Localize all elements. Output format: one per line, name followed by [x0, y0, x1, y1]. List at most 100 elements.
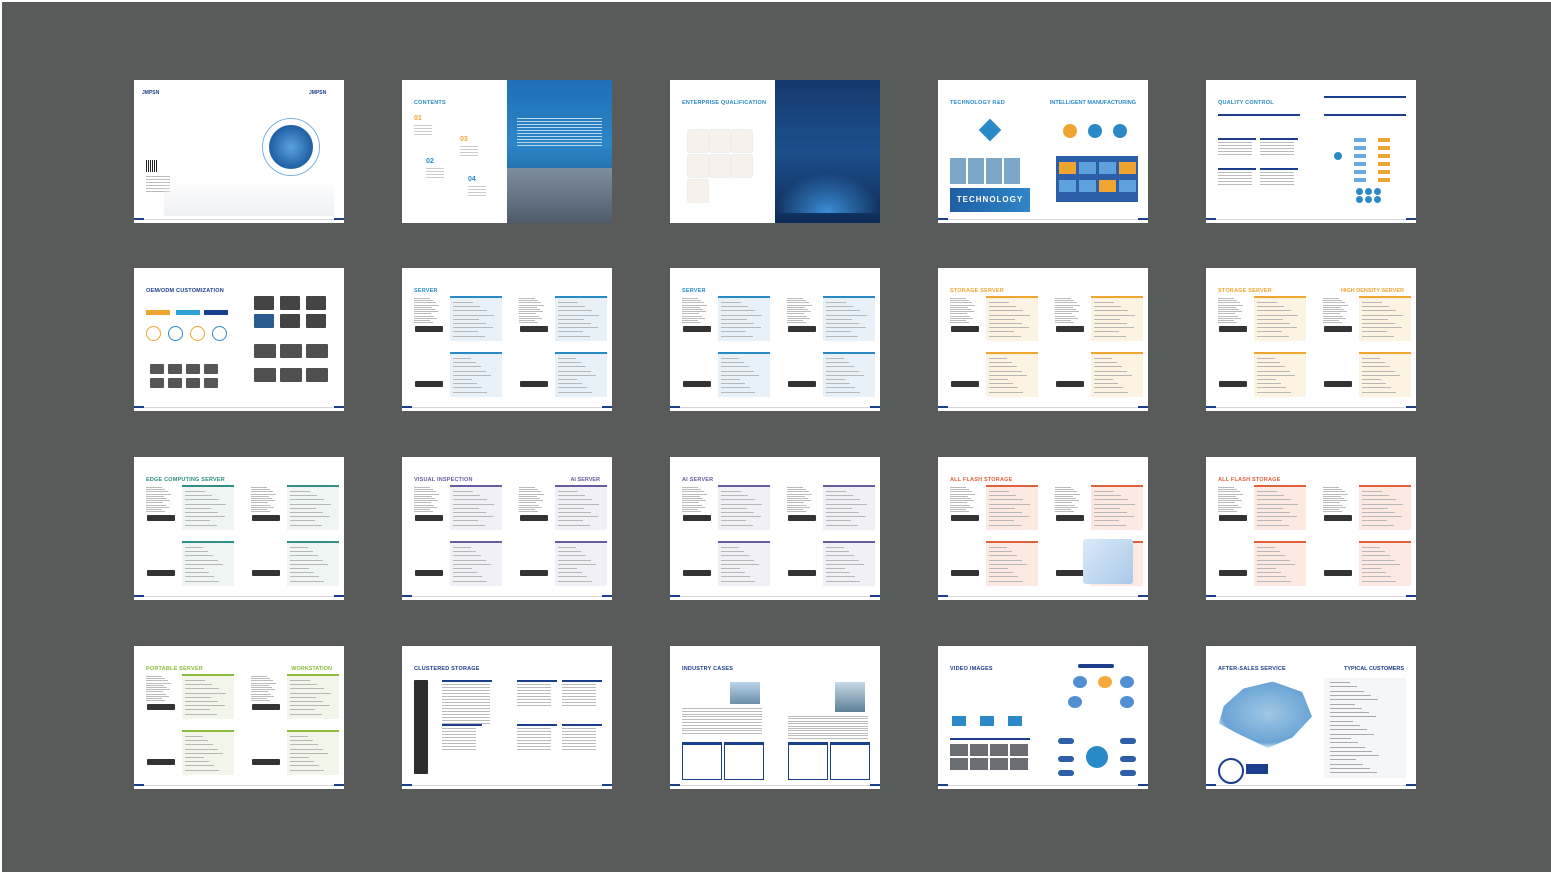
process-box	[1079, 180, 1096, 192]
description-line	[1055, 300, 1074, 301]
description-line	[1323, 509, 1339, 510]
spec-table-header	[718, 352, 770, 354]
spec-row	[826, 383, 850, 384]
spec-row	[290, 757, 309, 758]
feature-pill	[1120, 738, 1136, 744]
description-line	[787, 313, 804, 314]
product-thumbnail	[204, 378, 218, 388]
brochure-page[interactable]: TECHNOLOGY R&D INTELLIGENT MANUFACTURING T…	[938, 80, 1148, 223]
spec-row	[1362, 568, 1381, 569]
description-line	[682, 487, 698, 488]
description-line	[146, 695, 169, 697]
section-bar	[1260, 168, 1298, 170]
brochure-page[interactable]: CONTENTSCOMPANY PROFILE01020304	[402, 80, 612, 223]
case-card	[682, 742, 722, 780]
description-line	[1055, 320, 1071, 321]
description-line	[519, 511, 538, 512]
spec-row	[290, 736, 308, 737]
spec-row	[989, 391, 1023, 393]
brochure-page[interactable]: STORAGE SERVER HIGH DENSITY SERVER	[1206, 268, 1416, 411]
toc-line	[414, 128, 432, 129]
profile-text-line	[517, 121, 602, 122]
product-thumbnail	[280, 368, 302, 382]
brochure-page[interactable]: QUALITY CONTROL	[1206, 80, 1416, 223]
spec-row	[826, 391, 860, 393]
text-line	[562, 731, 596, 732]
description-line	[519, 493, 544, 495]
brochure-page[interactable]: JMPSN JMPSN	[134, 80, 344, 223]
description-line	[1218, 298, 1234, 299]
spec-row	[453, 503, 494, 505]
text-line	[562, 684, 596, 685]
brochure-page[interactable]: PORTABLE SERVER WORKSTATION	[134, 646, 344, 789]
spec-row	[721, 568, 740, 569]
description-line	[251, 691, 268, 692]
brochure-page[interactable]: ENTERPRISE QUALIFICATIONCORPORATE CULTUR…	[670, 80, 880, 223]
description-line	[682, 498, 703, 499]
brochure-page[interactable]: OEM/ODM CUSTOMIZATION	[134, 268, 344, 411]
brochure-page[interactable]: SERVER	[670, 268, 880, 411]
customer-name	[1330, 694, 1371, 696]
spec-row	[826, 572, 850, 573]
page-title-right: HIGH DENSITY SERVER	[1340, 288, 1404, 294]
text-line	[517, 699, 551, 700]
customer-name	[1330, 763, 1363, 765]
product-image	[415, 381, 443, 387]
description-line	[950, 498, 971, 499]
description-line	[1218, 302, 1240, 303]
product-image	[520, 515, 548, 521]
spec-table-header	[1359, 352, 1411, 354]
spec-row	[1257, 318, 1283, 320]
spec-row	[1257, 379, 1276, 380]
description-line	[1323, 306, 1341, 308]
brochure-page[interactable]: SERVER	[402, 268, 612, 411]
toc-line	[414, 131, 432, 132]
spec-row	[558, 302, 578, 303]
spec-row	[826, 495, 853, 496]
description-line	[787, 498, 808, 499]
description-line	[251, 693, 271, 695]
text-line	[517, 749, 551, 750]
spec-row	[185, 524, 217, 526]
spec-row	[1362, 362, 1385, 363]
brochure-page[interactable]: EDGE COMPUTING SERVER	[134, 457, 344, 600]
profile-text-line	[517, 136, 602, 137]
toc-line	[460, 149, 478, 150]
description-line	[787, 302, 809, 303]
description-line	[1055, 298, 1071, 299]
brochure-page[interactable]: CLUSTERED STORAGE	[402, 646, 612, 789]
description-line	[1323, 489, 1342, 490]
brochure-page[interactable]: VIDEO IMAGES	[938, 646, 1148, 789]
description-line	[146, 511, 165, 512]
brochure-page[interactable]: INDUSTRY CASES	[670, 646, 880, 789]
brochure-page[interactable]: ALL FLASH STORAGE	[1206, 457, 1416, 600]
brochure-page[interactable]: STORAGE SERVER	[938, 268, 1148, 411]
description-line	[1055, 495, 1073, 497]
spec-row	[1094, 383, 1118, 384]
spec-row	[1257, 503, 1298, 505]
description-line	[787, 491, 809, 492]
text-line	[682, 716, 762, 717]
spec-row	[558, 374, 596, 376]
text-line	[442, 743, 476, 744]
spec-row	[453, 383, 477, 384]
description-line	[1055, 509, 1071, 510]
spec-row	[453, 302, 473, 303]
brochure-page[interactable]: AFTER-SALES SERVICE TYPICAL CUSTOMERS	[1206, 646, 1416, 789]
spec-table	[182, 541, 234, 586]
spec-row	[1257, 335, 1289, 337]
spec-row	[721, 370, 754, 372]
text-line	[517, 743, 551, 744]
spec-row	[290, 740, 313, 741]
brochure-page[interactable]: ALL FLASH STORAGE	[938, 457, 1148, 600]
text-line	[1218, 172, 1252, 173]
spec-row	[989, 370, 1022, 372]
spec-row	[826, 491, 846, 492]
video-thumbnail	[950, 758, 968, 770]
description-line	[1323, 511, 1342, 512]
brochure-page[interactable]: VISUAL INSPECTION AI SERVER	[402, 457, 612, 600]
spec-table-header	[1254, 352, 1306, 354]
text-line	[442, 705, 490, 706]
brochure-page[interactable]: AI SERVER	[670, 457, 880, 600]
description-line	[1055, 304, 1080, 306]
